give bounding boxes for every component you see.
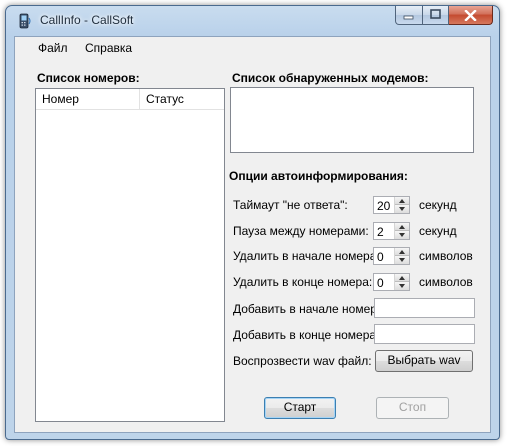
pause-value[interactable]: 2 — [377, 225, 384, 239]
spinner-down-icon[interactable] — [395, 256, 409, 264]
pause-spinner-arrows — [394, 223, 409, 239]
add-end-label: Добавить в конце номера: — [233, 328, 380, 342]
strip-start-spinner[interactable]: 0 — [373, 247, 410, 265]
numbers-list-label: Список номеров: — [37, 71, 140, 85]
strip-start-label: Удалить в начале номера: — [233, 249, 380, 263]
numbers-list-header: Номер Статус — [36, 89, 224, 110]
client-area: Файл Справка Список номеров: Номер Стату… — [14, 36, 491, 433]
spinner-up-icon[interactable] — [395, 223, 409, 231]
modems-list-label: Список обнаруженных модемов: — [232, 71, 429, 85]
column-header-status[interactable]: Статус — [140, 89, 220, 109]
choose-wav-button[interactable]: Выбрать wav — [375, 350, 473, 372]
strip-start-value[interactable]: 0 — [377, 250, 384, 264]
spinner-down-icon[interactable] — [395, 205, 409, 213]
modems-list[interactable] — [230, 87, 474, 153]
add-start-field[interactable] — [374, 298, 475, 318]
pause-label: Пауза между номерами: — [233, 224, 369, 238]
title-bar[interactable]: CallInfo - CallSoft — [6, 6, 499, 34]
spinner-up-icon[interactable] — [395, 248, 409, 256]
window-title: CallInfo - CallSoft — [40, 13, 134, 27]
spinner-down-icon[interactable] — [395, 231, 409, 239]
timeout-spinner[interactable]: 20 — [373, 196, 410, 214]
add-end-field[interactable] — [374, 324, 475, 344]
play-wav-label: Воспрозвести wav файл: — [233, 354, 372, 368]
column-header-number[interactable]: Номер — [36, 89, 140, 109]
maximize-icon — [430, 9, 441, 19]
phone-app-icon — [18, 13, 32, 29]
timeout-unit: секунд — [419, 198, 457, 212]
caption-buttons — [395, 6, 493, 25]
minimize-button[interactable] — [395, 6, 423, 25]
strip-start-spinner-arrows — [394, 248, 409, 264]
strip-end-spinner[interactable]: 0 — [373, 273, 410, 291]
options-label: Опции автоинформирования: — [229, 169, 408, 183]
strip-end-label: Удалить в конце номера: — [233, 275, 373, 289]
spinner-up-icon[interactable] — [395, 197, 409, 205]
stop-button[interactable]: Стоп — [376, 397, 449, 419]
maximize-button[interactable] — [423, 6, 449, 25]
spinner-down-icon[interactable] — [395, 282, 409, 290]
minimize-icon — [403, 15, 414, 20]
menu-file[interactable]: Файл — [38, 41, 68, 55]
timeout-label: Таймаут "не ответа": — [233, 198, 348, 212]
strip-end-spinner-arrows — [394, 274, 409, 290]
start-button[interactable]: Старт — [264, 397, 336, 419]
strip-start-unit: символов — [419, 249, 473, 263]
menu-bar: Файл Справка — [15, 37, 490, 57]
close-button[interactable] — [449, 6, 493, 25]
spinner-up-icon[interactable] — [395, 274, 409, 282]
strip-end-unit: символов — [419, 275, 473, 289]
pause-unit: секунд — [419, 224, 457, 238]
close-icon — [464, 10, 477, 21]
strip-end-value[interactable]: 0 — [377, 276, 384, 290]
timeout-value[interactable]: 20 — [377, 199, 390, 213]
pause-spinner[interactable]: 2 — [373, 222, 410, 240]
timeout-spinner-arrows — [394, 197, 409, 213]
add-start-label: Добавить в начале номера: — [233, 302, 387, 316]
app-window: CallInfo - CallSoft Файл Справка Список … — [5, 5, 500, 440]
numbers-list[interactable]: Номер Статус — [35, 88, 225, 422]
menu-help[interactable]: Справка — [85, 41, 132, 55]
